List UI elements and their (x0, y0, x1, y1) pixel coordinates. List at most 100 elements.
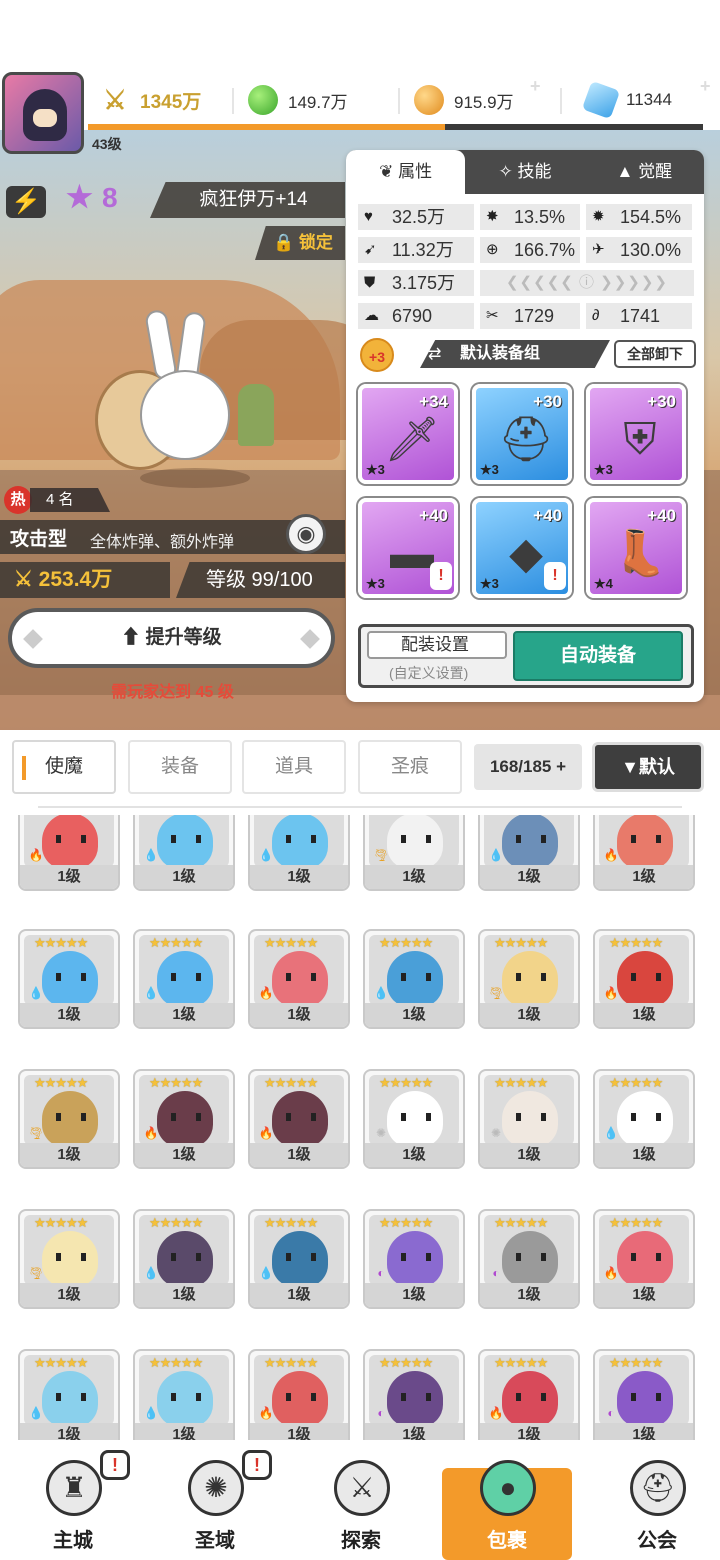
familiar-portrait: ★★★★★ 💧 (139, 935, 229, 1005)
gear-slot[interactable]: ⛨ +30 ★3 (586, 384, 686, 484)
stat-expand-bar[interactable]: ❮❮❮❮❮ ⓘ ❯❯❯❯❯ (480, 270, 694, 296)
familiar-card[interactable]: ★★★★★ 💧 1级 (18, 1349, 120, 1443)
tab-awaken[interactable]: ▲ 觉醒 (585, 150, 704, 194)
familiar-level: 1级 (250, 865, 348, 889)
familiar-card[interactable]: ★★★★★ ◐ 1级 (593, 1349, 695, 1443)
nav-main-city[interactable]: ♜ ! 主城 (8, 1440, 138, 1560)
familiar-card[interactable]: 🌪 1级 (363, 815, 465, 891)
add-gem-icon[interactable]: + (700, 76, 718, 96)
familiar-eyes (631, 1393, 661, 1401)
green-currency[interactable]: 149.7万 (248, 82, 348, 118)
dark-element-icon: ◐ (607, 1406, 615, 1420)
tab-familiars[interactable]: 使魔 (12, 740, 116, 794)
hero-detail-panel: ❦ 属性 ✧ 技能 ▲ 觉醒 ♥ 32.5万 ✸ 13.5% ✹ 154.5% ➹ 11… (346, 150, 704, 702)
familiar-card[interactable]: ★★★★★ ◐ 1级 (363, 1349, 465, 1443)
spiral-icon: ∂ (592, 307, 600, 324)
upgrade-level-button[interactable]: ⬆ 提升等级 (8, 608, 335, 668)
familiar-card[interactable]: ★★★★★ 🔥 1级 (593, 929, 695, 1029)
triangle-down-icon: ▼ (621, 757, 639, 777)
familiar-eyes (401, 1253, 431, 1261)
familiar-card[interactable]: ★★★★★ 💧 1级 (133, 1209, 235, 1309)
gear-set-name[interactable]: 默认装备组 (420, 340, 610, 368)
water-element-icon: 💧 (28, 986, 44, 1000)
tab-items[interactable]: 道具 (242, 740, 346, 794)
familiar-card[interactable]: ★★★★★ 💧 1级 (18, 929, 120, 1029)
gear-slot[interactable]: ⛑ +30 ★3 (472, 384, 572, 484)
rank-label: 4 名 (30, 488, 110, 512)
light-element-icon: ✺ (490, 1126, 502, 1140)
wind-element-icon: 🌪 (373, 848, 389, 862)
familiar-card[interactable]: 💧 1级 (478, 815, 580, 891)
familiar-card[interactable]: 💧 1级 (133, 815, 235, 891)
gear-slot[interactable]: 👢 +40 ★4 (586, 498, 686, 598)
gem-currency[interactable]: 11344 (581, 80, 672, 120)
tab-stigmata[interactable]: 圣痕 (358, 740, 462, 794)
rarity-stars: ★★★★★ (264, 1075, 318, 1090)
water-element-icon: 💧 (258, 848, 274, 862)
familiar-eyes (401, 1113, 431, 1121)
gear-slot[interactable]: ◆ +40 ★3! (472, 498, 572, 598)
sort-button[interactable]: ▼默认 (592, 742, 704, 792)
familiar-card[interactable]: ★★★★★ 🔥 1级 (248, 929, 350, 1029)
familiar-card[interactable]: ★★★★★ 💧 1级 (248, 1209, 350, 1309)
unequip-all-button[interactable]: 全部卸下 (614, 340, 696, 368)
gear-slot[interactable]: ▬ +40 ★3! (358, 498, 458, 598)
familiar-card[interactable]: 💧 1级 (248, 815, 350, 891)
hero-type: 攻击型 (10, 529, 68, 550)
familiar-card[interactable]: ★★★★★ 🔥 1级 (248, 1349, 350, 1443)
add-gold-icon[interactable]: + (530, 76, 548, 96)
nav-bag[interactable]: ● 包裹 (442, 1460, 572, 1560)
familiar-card[interactable]: ★★★★★ 🔥 1级 (478, 1349, 580, 1443)
gear-slots: 🗡 +34 ★3 ⛑ +30 ★3 ⛨ +30 ★3 ▬ +40 ★3! ◆ +40 ★3! 👢 +40 ★4 (358, 384, 694, 598)
familiar-level: 1级 (250, 1003, 348, 1027)
player-avatar[interactable] (2, 72, 84, 154)
familiar-card[interactable]: ★★★★★ 💧 1级 (363, 929, 465, 1029)
lock-button[interactable]: 🔒 锁定 (255, 226, 345, 260)
familiar-card[interactable]: ★★★★★ ◐ 1级 (478, 1209, 580, 1309)
familiar-card[interactable]: ★★★★★ 🌪 1级 (18, 1069, 120, 1169)
familiar-card[interactable]: 🔥 1级 (18, 815, 120, 891)
familiar-card[interactable]: ★★★★★ 🌪 1级 (18, 1209, 120, 1309)
tab-equipment[interactable]: 装备 (128, 740, 232, 794)
heart-icon: ♥ (364, 208, 373, 225)
gear-stars: ★3 (366, 576, 385, 591)
hero-character[interactable] (95, 308, 275, 490)
rarity-stars: ★★★★★ (379, 1075, 433, 1090)
familiar-card[interactable]: ★★★★★ 💧 1级 (593, 1069, 695, 1169)
familiar-card[interactable]: ★★★★★ 🔥 1级 (593, 1209, 695, 1309)
nav-guild[interactable]: ⛑ 公会 (592, 1440, 720, 1560)
config-button[interactable]: 配装设置 (367, 631, 507, 659)
equipment-setup-bar: ⚙ 配装设置 (自定义设置) 自动装备 (358, 624, 694, 688)
nav-sanctuary[interactable]: ✺ ! 圣域 (150, 1440, 280, 1560)
familiar-card[interactable]: 🔥 1级 (593, 815, 695, 891)
familiar-card[interactable]: ★★★★★ 🌪 1级 (478, 929, 580, 1029)
familiar-portrait: ★★★★★ 💧 (369, 935, 459, 1005)
gear-stars: ★4 (594, 576, 613, 591)
familiar-card[interactable]: ★★★★★ ✺ 1级 (478, 1069, 580, 1169)
familiar-card[interactable]: ★★★★★ 💧 1级 (133, 929, 235, 1029)
nav-explore[interactable]: ⚔ 探索 (296, 1440, 426, 1560)
auto-equip-button[interactable]: 自动装备 (513, 631, 683, 681)
fire-element-icon: 🔥 (603, 986, 619, 1000)
hero-body (140, 370, 230, 460)
gear-slot[interactable]: 🗡 +34 ★3 (358, 384, 458, 484)
sun-icon: ✹ (592, 208, 605, 225)
familiar-card[interactable]: ★★★★★ ✺ 1级 (363, 1069, 465, 1169)
hero-level: 等级 99/100 (176, 562, 345, 598)
familiar-portrait: ★★★★★ ◐ (369, 1355, 459, 1425)
familiar-level: 1级 (480, 1283, 578, 1307)
lock-icon: 🔒 (273, 233, 299, 252)
familiar-card[interactable]: ★★★★★ 🔥 1级 (133, 1069, 235, 1169)
rarity-stars: ★★★★★ (379, 1215, 433, 1230)
familiar-card[interactable]: ★★★★★ ◐ 1级 (363, 1209, 465, 1309)
tab-skills[interactable]: ✧ 技能 (465, 150, 584, 194)
familiar-card[interactable]: ★★★★★ 🔥 1级 (248, 1069, 350, 1169)
familiar-eyes (171, 1253, 201, 1261)
gold-currency[interactable]: 915.9万 (414, 82, 514, 118)
popularity-rank: 热 4 名 (4, 486, 114, 514)
familiar-portrait: ★★★★★ 🔥 (484, 1355, 574, 1425)
capacity-counter[interactable]: 168/185 + (474, 744, 582, 790)
familiar-card[interactable]: ★★★★★ 💧 1级 (133, 1349, 235, 1443)
tab-attributes[interactable]: ❦ 属性 (346, 150, 466, 194)
camera-icon[interactable]: ◉ (286, 514, 326, 554)
